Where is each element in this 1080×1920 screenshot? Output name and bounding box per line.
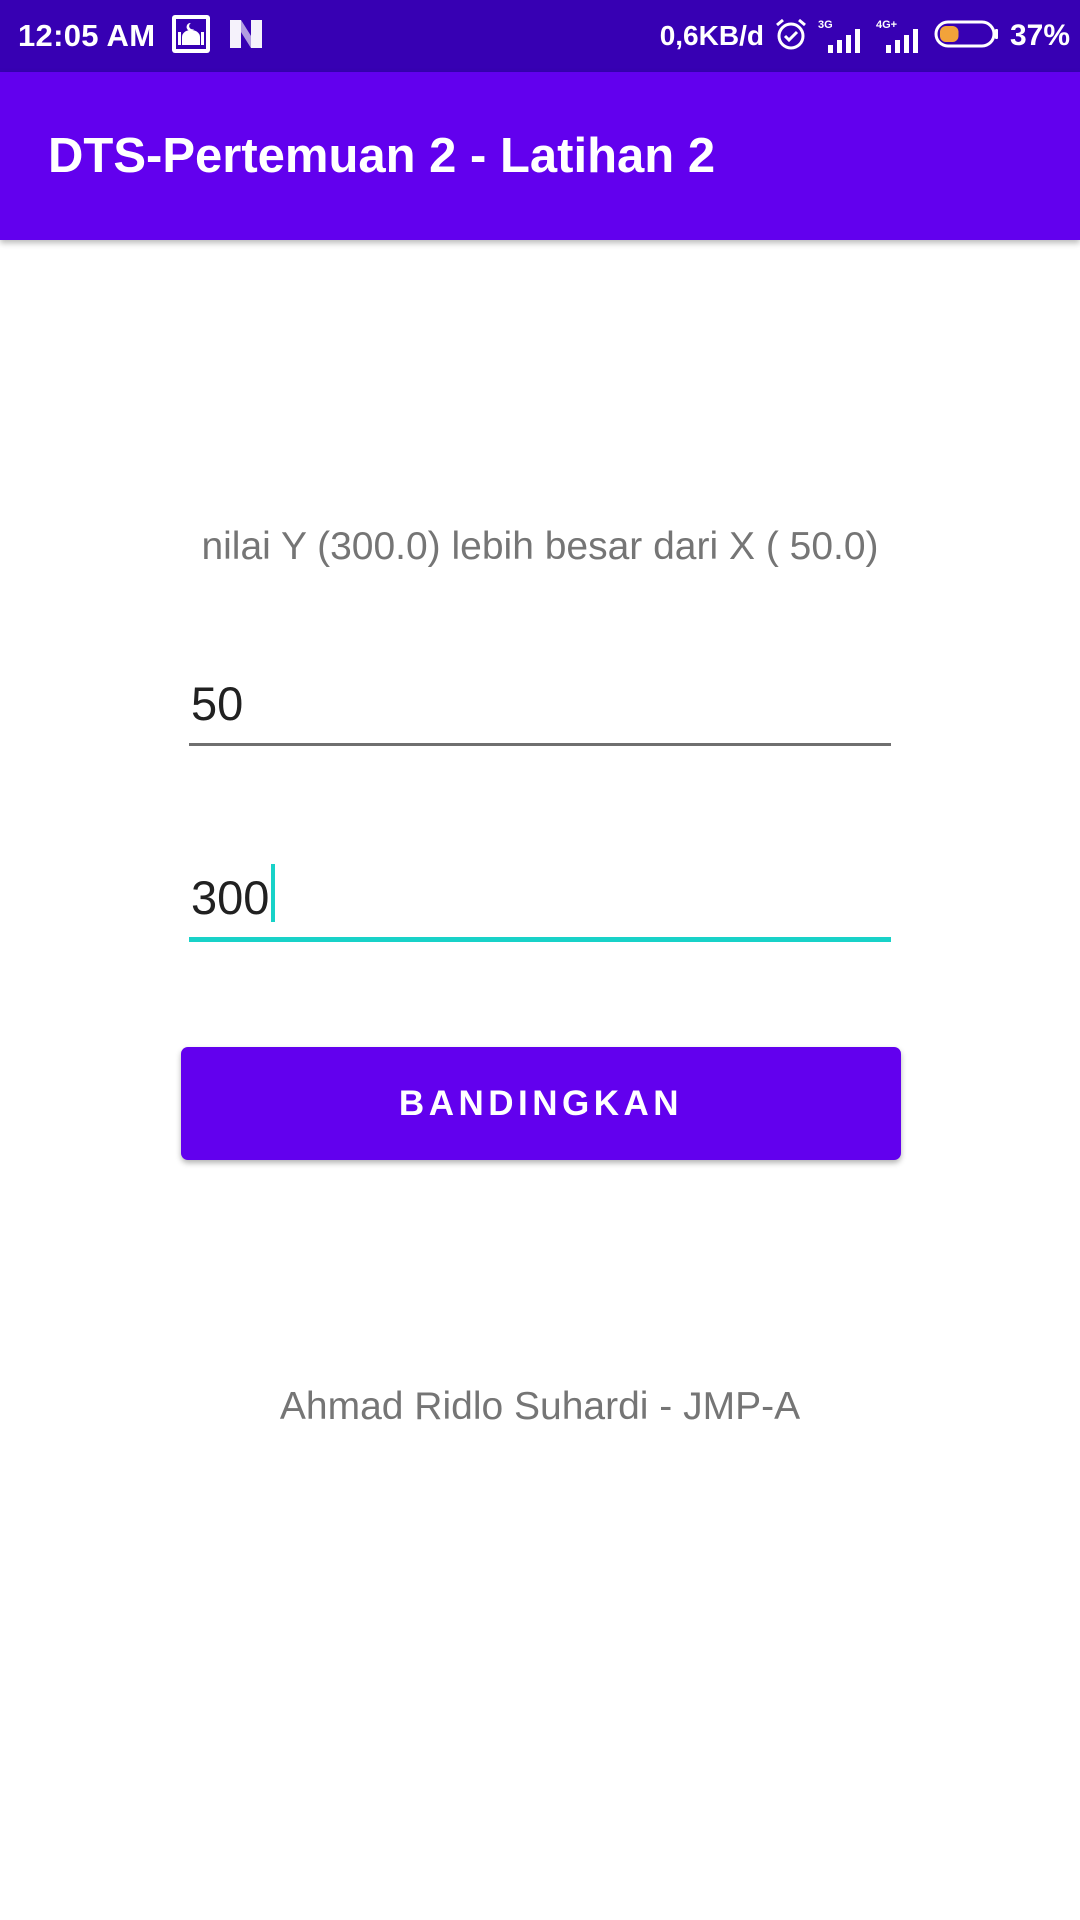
compare-button[interactable]: BANDINGKAN (181, 1047, 901, 1160)
input-x-field[interactable]: 50 (189, 672, 891, 746)
status-time: 12:05 AM (18, 18, 156, 53)
battery-percent: 37% (1009, 19, 1070, 52)
network-speed: 0,6KB/d (659, 20, 764, 51)
signal-icon: 3G (818, 19, 866, 53)
input-y-text: 300 (191, 864, 276, 925)
app-title: DTS-Pertemuan 2 - Latihan 2 (48, 129, 716, 183)
mosque-app-icon (171, 14, 211, 59)
n-app-icon (227, 17, 265, 56)
text-cursor (271, 864, 276, 922)
input-y-value: 300 (191, 871, 270, 924)
alarm-icon (774, 17, 808, 56)
result-text: nilai Y (300.0) lebih besar dari X ( 50.… (201, 525, 879, 568)
app-bar: DTS-Pertemuan 2 - Latihan 2 (0, 72, 1080, 240)
signal-icon: 4G+ (876, 19, 924, 53)
input-x-value: 50 (191, 677, 244, 730)
author-footer: Ahmad Ridlo Suhardi - JMP-A (279, 1385, 801, 1428)
status-bar: 12:05 AM 0,6KB/d 3G 4G+ 37% (0, 0, 1080, 72)
battery-icon (934, 19, 1000, 54)
input-y-field[interactable]: 300 (189, 862, 891, 942)
